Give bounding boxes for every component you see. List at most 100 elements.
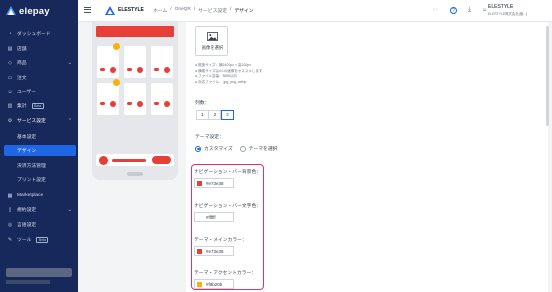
color-swatch[interactable]: [197, 248, 202, 254]
globe-icon: ◎: [7, 221, 13, 228]
radio-select-theme[interactable]: [239, 145, 246, 152]
sidebar-item-dashboard[interactable]: ◔ ダッシュボード: [0, 28, 78, 39]
nav-bar-bg-color-label: ナビゲーション・バー背景色：: [194, 170, 262, 175]
help-icon[interactable]: ?: [450, 7, 457, 14]
user-name[interactable]: ELESTYLE: [488, 4, 513, 10]
breadcrumb-current: デザイン: [234, 9, 254, 14]
sidebar-item-label: 言語設定: [17, 223, 37, 228]
color-swatch[interactable]: [197, 180, 202, 186]
sidebar-item-products[interactable]: ◇ 商品 ⌄: [0, 57, 78, 68]
sidebar-item-analytics[interactable]: ▥ 集計 Beta: [0, 100, 78, 111]
toggle-icon[interactable]: ▭: [432, 7, 439, 14]
breadcrumb-home[interactable]: ホーム: [153, 7, 167, 14]
columns-option-2[interactable]: 2: [208, 110, 222, 120]
columns-selector: 1 2 3: [196, 110, 234, 120]
theme-main-color-label: テーマ・メインカラー：: [194, 238, 247, 243]
sidebar-item-label: デザイン: [17, 149, 37, 154]
theme-mode-radio-group: カスタマイズ テーマを選択: [195, 145, 277, 152]
preview-accent-dot: [113, 79, 120, 86]
chart-icon: ▥: [7, 102, 13, 109]
sidebar-item-label: 商品: [17, 61, 27, 66]
sidebar-item-label: ユーザー: [17, 90, 37, 95]
sidebar-item-orders[interactable]: ▭ 注文: [0, 72, 78, 83]
nav-bar-text-color-input[interactable]: #ffffff: [194, 212, 234, 222]
preview-add-dot: [137, 100, 143, 107]
preview-card: [124, 46, 146, 78]
beta-badge: Beta: [31, 102, 44, 109]
breadcrumb-oneqr[interactable]: OneQR: [175, 7, 191, 14]
chevron-up-icon: ⌃: [67, 117, 72, 124]
account-switcher[interactable]: [6, 268, 72, 277]
user-avatar-icon[interactable]: ☺: [481, 7, 488, 14]
color-value: #e73e38: [206, 180, 224, 186]
color-swatch[interactable]: [197, 214, 202, 220]
radio-customize[interactable]: [195, 145, 201, 152]
preview-home-indicator: [127, 172, 143, 176]
preview-add-dot: [164, 100, 170, 107]
user-icon: ☺: [7, 88, 13, 95]
sidebar-item-marketplace[interactable]: ▦ Marketplace: [0, 190, 78, 201]
theme-accent-color-input[interactable]: #f8b20b: [194, 279, 234, 289]
tag-icon: ◇: [8, 59, 12, 66]
preview-card: [97, 83, 119, 115]
sidebar-item-design[interactable]: デザイン: [4, 145, 76, 156]
chevron-down-icon: ⌄: [67, 206, 72, 213]
store-icon: ▤: [7, 45, 13, 52]
preview-card: [151, 83, 173, 115]
columns-option-1[interactable]: 1: [196, 110, 209, 120]
cart-icon: ▭: [7, 74, 13, 81]
sidebar-item-label: 規約設定: [17, 208, 37, 213]
sidebar-item-service-settings[interactable]: ⚙ サービス設定 ⌃: [0, 115, 78, 126]
theme-main-color-input[interactable]: #e73e38: [194, 246, 234, 256]
theme-accent-color-label: テーマ・アクセントカラー：: [194, 271, 257, 276]
sidebar-item-label: 集計: [17, 104, 27, 109]
sidebar-item-users[interactable]: ☺ ユーザー: [0, 86, 78, 97]
sidebar-item-basic-settings[interactable]: 基本設定: [0, 131, 78, 142]
preview-footer: [96, 154, 174, 166]
color-value: #f8b20b: [206, 281, 223, 287]
logo-text: elepay: [19, 5, 50, 17]
preview-price-bar: [127, 68, 132, 71]
tool-icon: ✎: [7, 236, 13, 243]
sidebar-item-label: 基本設定: [17, 135, 37, 140]
sidebar-item-label: サービス設定: [17, 119, 46, 124]
download-icon[interactable]: ⤓: [466, 7, 473, 14]
chevron-down-icon: ⌄: [67, 59, 72, 66]
sidebar-item-label: ツール: [17, 238, 32, 243]
preview-add-dot: [110, 66, 116, 73]
sidebar-item-print-settings[interactable]: プリント設定: [0, 174, 78, 185]
sidebar-item-label: プリント設定: [17, 178, 46, 183]
top-bar: ELESTYLE ホーム / OneQR / サービス設定 / デザイン ▭ ?…: [78, 0, 552, 22]
select-image-button[interactable]: 画像を選択: [195, 26, 228, 56]
scrollbar[interactable]: [546, 26, 549, 126]
beta-badge: Beta: [36, 236, 49, 243]
sidebar-item-store[interactable]: ▤ 店舗: [0, 43, 78, 54]
sidebar-item-terms[interactable]: ▯ 規約設定 ⌄: [0, 204, 78, 215]
sidebar-item-label: 決済方法管理: [17, 164, 46, 169]
sidebar-item-payment-methods[interactable]: 決済方法管理: [0, 160, 78, 171]
columns-option-3[interactable]: 3: [220, 110, 234, 120]
sidebar-item-language[interactable]: ◎ 言語設定: [0, 219, 78, 230]
sidebar-item-tools[interactable]: ✎ ツール Beta: [0, 234, 78, 245]
upload-note-text: ファイル容量：5MB以内: [198, 74, 237, 79]
gear-icon: ⚙: [7, 117, 13, 124]
account-caption: [6, 280, 50, 284]
menu-icon[interactable]: [84, 7, 91, 13]
document-icon: ▯: [8, 206, 12, 213]
radio-select-theme-label[interactable]: テーマを選択: [249, 145, 278, 152]
preview-card: [151, 46, 173, 78]
breadcrumb-service-settings[interactable]: サービス設定: [198, 7, 227, 14]
logo[interactable]: elepay: [6, 5, 50, 17]
nav-bar-bg-color-input[interactable]: #e73e38: [194, 178, 234, 188]
color-swatch[interactable]: [197, 281, 202, 287]
preview-price-bar: [154, 68, 159, 71]
preview-card: [124, 83, 146, 115]
preview-price-bar: [127, 102, 132, 105]
user-company: ELESTYLE株式会社(管...): [488, 12, 528, 16]
preview-cart-dot: [99, 155, 108, 165]
image-icon: [207, 32, 218, 41]
preview-checkout-button: [152, 156, 171, 164]
radio-customize-label[interactable]: カスタマイズ: [204, 145, 233, 152]
sidebar-item-label: ダッシュボード: [17, 32, 51, 37]
breadcrumb: ホーム / OneQR / サービス設定 / デザイン: [153, 7, 254, 14]
